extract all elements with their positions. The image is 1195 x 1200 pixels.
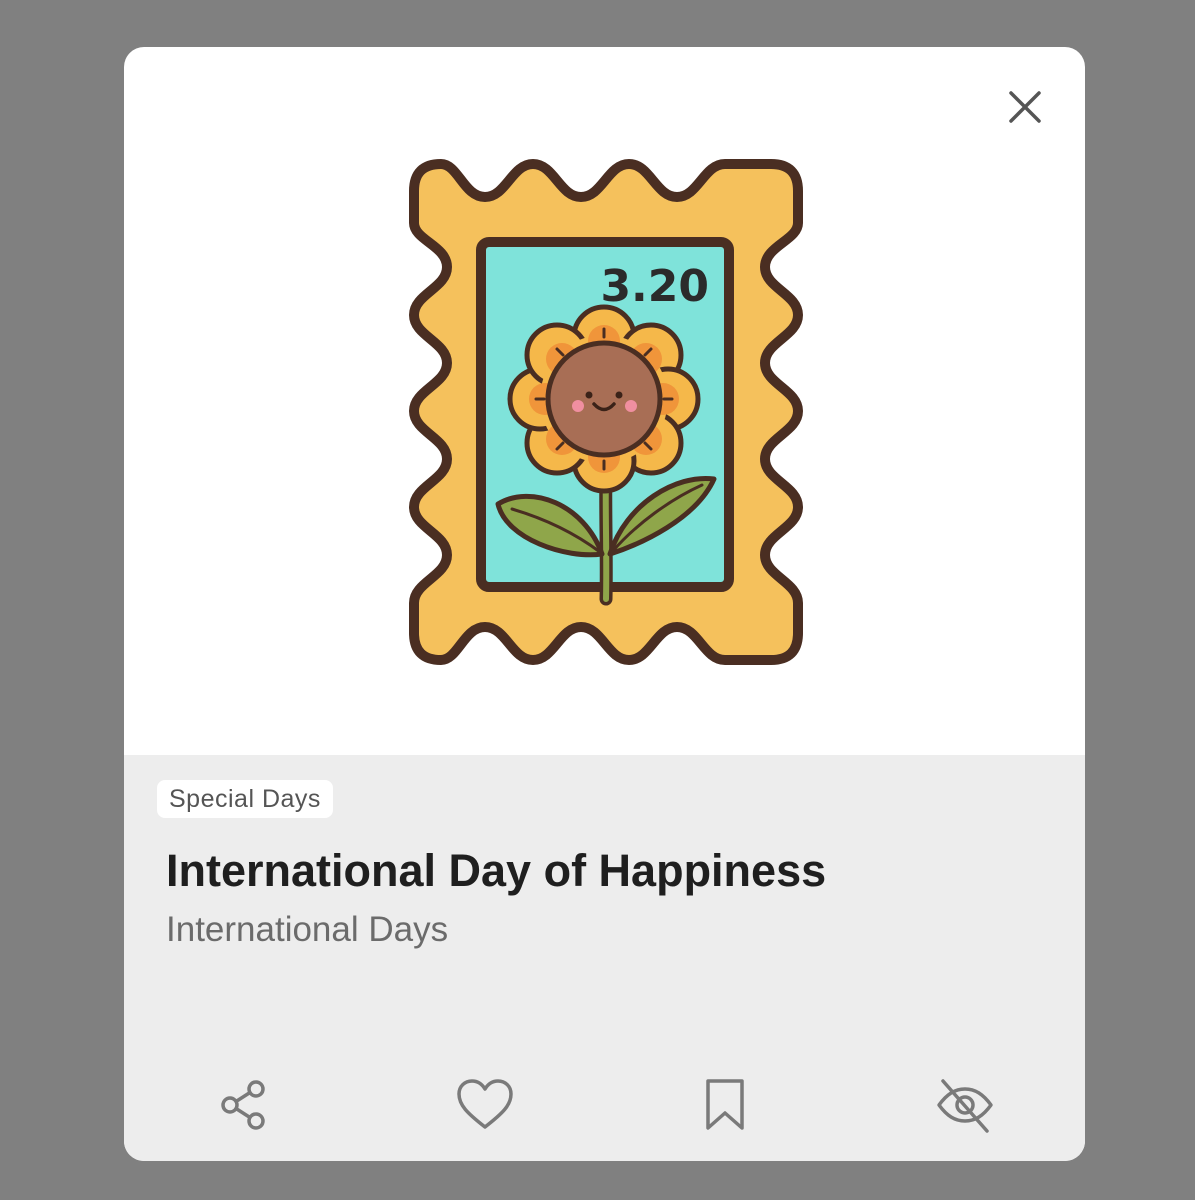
info-panel: Special Days International Day of Happin… (124, 755, 1085, 1161)
detail-modal: 3.20 Special Days International Day of H… (124, 47, 1085, 1161)
stamp-illustration: 3.20 (409, 159, 803, 665)
bookmark-button[interactable] (685, 1070, 765, 1140)
like-button[interactable] (445, 1070, 525, 1140)
bookmark-icon (706, 1079, 744, 1130)
stamp-date-label: 3.20 (600, 261, 709, 312)
card-subtitle: International Days (166, 910, 449, 949)
category-tag[interactable]: Special Days (157, 780, 333, 818)
close-icon (1009, 91, 1041, 123)
close-button[interactable] (1001, 83, 1049, 131)
card-title: International Day of Happiness (166, 845, 827, 896)
eye-off-icon (937, 1079, 993, 1133)
hide-button[interactable] (925, 1070, 1005, 1140)
heart-icon (457, 1079, 513, 1129)
flower-face (545, 340, 663, 458)
share-icon (221, 1080, 265, 1130)
share-button[interactable] (204, 1070, 284, 1140)
